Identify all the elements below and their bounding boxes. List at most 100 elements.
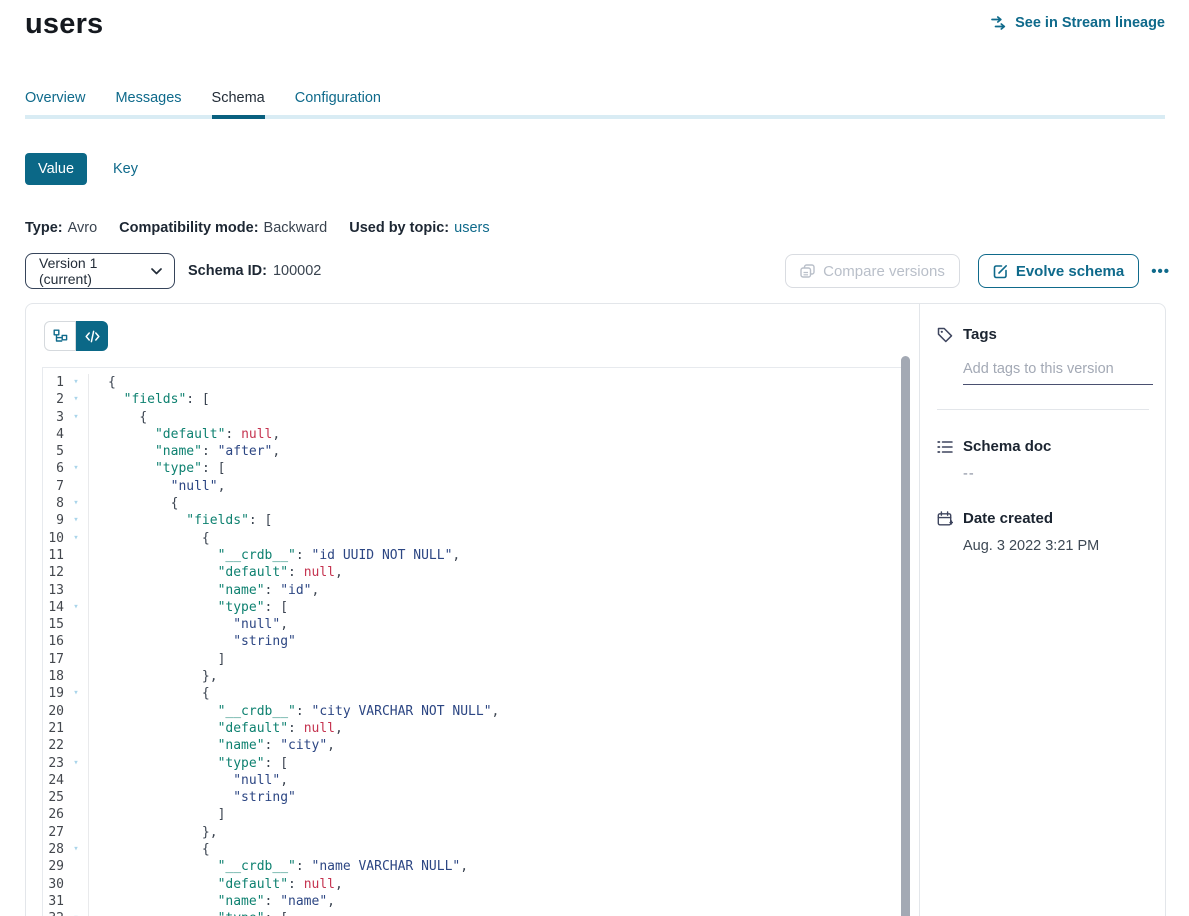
date-created-value: Aug. 3 2022 3:21 PM xyxy=(963,538,1149,554)
fold-toggle-icon[interactable]: ▾ xyxy=(64,685,88,702)
tag-icon xyxy=(937,327,953,343)
version-select-value: Version 1 (current) xyxy=(39,255,151,287)
fold-spacer xyxy=(64,703,88,720)
line-number: 25 xyxy=(43,789,64,806)
fold-toggle-icon[interactable]: ▾ xyxy=(64,512,88,529)
list-icon xyxy=(937,440,953,454)
tab-overview[interactable]: Overview xyxy=(25,90,85,116)
fold-toggle-icon[interactable]: ▾ xyxy=(64,599,88,616)
code-text: "name": "name", xyxy=(89,893,335,910)
line-number: 30 xyxy=(43,876,64,893)
fold-spacer xyxy=(64,478,88,495)
meta-value: Avro xyxy=(68,220,98,236)
line-number: 10 xyxy=(43,530,64,547)
see-in-stream-lineage-link[interactable]: See in Stream lineage xyxy=(991,15,1165,31)
line-number: 26 xyxy=(43,806,64,823)
code-line: 22 "name": "city", xyxy=(43,737,904,754)
code-text: "default": null, xyxy=(89,720,343,737)
fold-toggle-icon[interactable]: ▾ xyxy=(64,391,88,408)
fold-spacer xyxy=(64,616,88,633)
tab-schema[interactable]: Schema xyxy=(212,90,265,116)
line-number: 28 xyxy=(43,841,64,858)
code-line: 15 "null", xyxy=(43,616,904,633)
fold-spacer xyxy=(64,651,88,668)
code-text: "fields": [ xyxy=(89,391,210,408)
code-view-button[interactable] xyxy=(76,321,108,351)
evolve-schema-button[interactable]: Evolve schema xyxy=(978,254,1139,288)
compare-versions-button[interactable]: Compare versions xyxy=(785,254,960,288)
schema-id-value: 100002 xyxy=(273,263,321,279)
code-text: "__crdb__": "id UUID NOT NULL", xyxy=(89,547,460,564)
value-key-toggle: Value Key xyxy=(25,153,138,185)
code-text: "string" xyxy=(89,789,296,806)
tab-bar: Overview Messages Schema Configuration xyxy=(25,90,381,116)
line-number: 7 xyxy=(43,478,64,495)
code-text: { xyxy=(89,495,178,512)
fold-spacer xyxy=(64,564,88,581)
line-number: 4 xyxy=(43,426,64,443)
tree-view-icon xyxy=(53,329,68,344)
line-number: 15 xyxy=(43,616,64,633)
tags-section-header: Tags xyxy=(937,326,1149,343)
schema-page: users See in Stream lineage Overview Mess… xyxy=(0,0,1189,916)
code-text: "__crdb__": "name VARCHAR NULL", xyxy=(89,858,468,875)
fold-toggle-icon[interactable]: ▾ xyxy=(64,530,88,547)
code-text: "default": null, xyxy=(89,564,343,581)
fold-toggle-icon[interactable]: ▾ xyxy=(64,495,88,512)
code-line: 11 "__crdb__": "id UUID NOT NULL", xyxy=(43,547,904,564)
code-text: "null", xyxy=(89,616,288,633)
line-number: 9 xyxy=(43,512,64,529)
code-line: 3▾ { xyxy=(43,409,904,426)
code-text: }, xyxy=(89,824,218,841)
line-number: 31 xyxy=(43,893,64,910)
topic-link[interactable]: users xyxy=(454,220,489,236)
line-number: 11 xyxy=(43,547,64,564)
meta-item: Type:Avro xyxy=(25,220,97,236)
fold-toggle-icon[interactable]: ▾ xyxy=(64,910,88,916)
version-select[interactable]: Version 1 (current) xyxy=(25,253,175,289)
tab-configuration[interactable]: Configuration xyxy=(295,90,381,116)
code-line: 14▾ "type": [ xyxy=(43,599,904,616)
fold-toggle-icon[interactable]: ▾ xyxy=(64,460,88,477)
add-tags-input[interactable] xyxy=(963,357,1153,385)
code-view-icon xyxy=(85,330,100,343)
fold-toggle-icon[interactable]: ▾ xyxy=(64,374,88,391)
tab-messages[interactable]: Messages xyxy=(115,90,181,116)
editor-scrollbar-thumb[interactable] xyxy=(901,356,910,916)
fold-toggle-icon[interactable]: ▾ xyxy=(64,409,88,426)
line-number: 20 xyxy=(43,703,64,720)
schema-doc-section: Schema doc -- xyxy=(937,438,1149,482)
line-number: 6 xyxy=(43,460,64,477)
code-line: 19▾ { xyxy=(43,685,904,702)
meta-item: Used by topic: users xyxy=(349,220,489,236)
line-number: 18 xyxy=(43,668,64,685)
code-text: "default": null, xyxy=(89,426,280,443)
code-text: ] xyxy=(89,651,225,668)
fold-spacer xyxy=(64,772,88,789)
fold-spacer xyxy=(64,824,88,841)
compare-icon xyxy=(800,264,815,278)
more-actions-button[interactable]: ••• xyxy=(1151,263,1170,280)
schema-code-editor[interactable]: 1▾{2▾ "fields": [3▾ {4 "default": null,5… xyxy=(42,367,905,916)
line-number: 32 xyxy=(43,910,64,916)
code-line: 4 "default": null, xyxy=(43,426,904,443)
code-line: 29 "__crdb__": "name VARCHAR NULL", xyxy=(43,858,904,875)
fold-spacer xyxy=(64,720,88,737)
line-number: 12 xyxy=(43,564,64,581)
meta-item: Compatibility mode:Backward xyxy=(119,220,327,236)
line-number: 1 xyxy=(43,374,64,391)
tree-view-button[interactable] xyxy=(44,321,76,351)
meta-label: Used by topic: xyxy=(349,220,449,236)
line-number: 21 xyxy=(43,720,64,737)
code-text: "type": [ xyxy=(89,910,288,916)
code-line: 26 ] xyxy=(43,806,904,823)
code-text: "fields": [ xyxy=(89,512,272,529)
fold-toggle-icon[interactable]: ▾ xyxy=(64,755,88,772)
value-button[interactable]: Value xyxy=(25,153,87,185)
fold-toggle-icon[interactable]: ▾ xyxy=(64,841,88,858)
code-line: 32▾ "type": [ xyxy=(43,910,904,916)
code-text: "null", xyxy=(89,478,225,495)
key-button[interactable]: Key xyxy=(113,161,138,177)
stream-lineage-icon xyxy=(991,16,1008,30)
schema-doc-heading: Schema doc xyxy=(963,438,1051,455)
